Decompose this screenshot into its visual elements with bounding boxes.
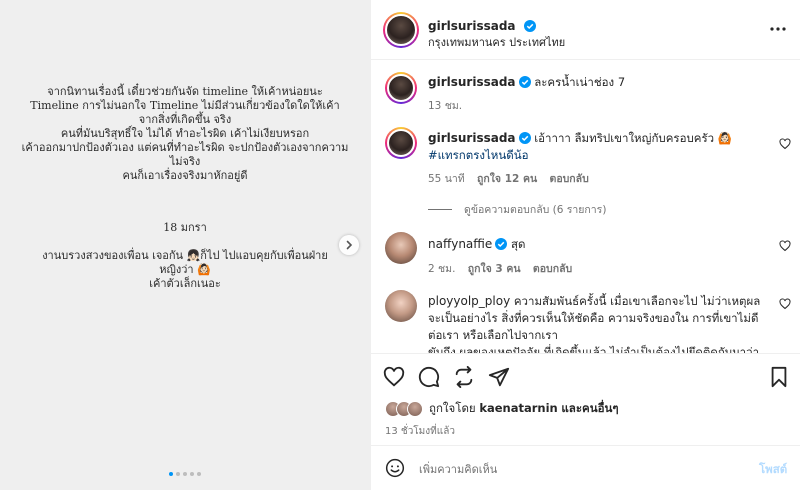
more-icon[interactable]: [769, 20, 787, 38]
comment-body: ployyolp_ploy ความสัมพันธ์ครั้งนี้ เมื่อ…: [428, 293, 768, 353]
comment-username[interactable]: girlsurissada: [428, 131, 516, 145]
post-location[interactable]: กรุงเทพมหานคร ประเทศไทย: [428, 33, 565, 51]
media-line: Timeline การไม่นอกใจ Timeline ไม่มีส่วนเ…: [30, 99, 340, 112]
liker-avatar: [407, 401, 423, 417]
liked-by-label: ถูกใจโดย: [429, 401, 476, 415]
heart-icon[interactable]: [779, 240, 791, 252]
header-username[interactable]: girlsurissada: [428, 19, 516, 33]
post-media[interactable]: จากนิทานเรื่องนี้ เดี๋ยวช่วยกันจัด timel…: [0, 0, 370, 490]
comment-meta: 2 ชม. ถูกใจ 3 คน ตอบกลับ: [428, 260, 581, 277]
comment-likes[interactable]: ถูกใจ 12 คน: [477, 173, 537, 185]
media-paragraph-1: จากนิทานเรื่องนี้ เดี๋ยวช่วยกันจัด timel…: [0, 85, 370, 127]
liked-by-user[interactable]: kaenatarnin: [479, 401, 557, 415]
media-line: 18 มกรา: [163, 221, 207, 234]
save-icon[interactable]: [769, 366, 789, 388]
slide-dot: [176, 472, 180, 476]
comment-input[interactable]: [419, 458, 739, 480]
media-line: จากสิ่งที่เกิดขึ้น จริง: [138, 113, 232, 126]
media-line: จากนิทานเรื่องนี้ เดี๋ยวช่วยกันจัด timel…: [47, 85, 323, 98]
comment-username[interactable]: naffynaffie: [428, 237, 492, 251]
media-line: เค้าออกมาปกป้องตัวเอง แต่คนที่ทำอะไรผิด …: [21, 141, 349, 154]
slide-dot: [197, 472, 201, 476]
media-line: คนที่มันบริสุทธิ์ใจ ไม่ได้ ทำอะไรผิด เค้…: [60, 127, 310, 140]
post-sidebar: girlsurissada กรุงเทพมหานคร ประเทศไทย gi…: [370, 0, 800, 490]
share-icon[interactable]: [453, 366, 475, 388]
view-replies-button[interactable]: ดูข้อความตอบกลับ (6 รายการ): [428, 201, 606, 218]
comment-text: สุด: [510, 237, 526, 251]
media-line: หญิงว่า 🙆🏻: [159, 263, 211, 276]
comment-body: girlsurissada ละครน้ำเน่าช่อง 7: [428, 74, 768, 91]
comment-body: naffynaffie สุด: [428, 236, 768, 253]
verified-icon: [523, 20, 536, 32]
comment-icon[interactable]: [418, 366, 440, 388]
heart-icon[interactable]: [383, 366, 405, 388]
slide-dot: [183, 472, 187, 476]
next-slide-button[interactable]: [339, 235, 359, 255]
post-actions: ถูกใจโดย kaenatarnin และคนอื่นๆ 13 ชั่วโ…: [371, 353, 800, 445]
comment-time[interactable]: 55 นาที: [428, 173, 465, 185]
post-button[interactable]: โพสต์: [759, 461, 787, 479]
slide-dot: [169, 472, 173, 476]
comment-time[interactable]: 13 ชม.: [428, 100, 462, 112]
comment-username[interactable]: ployyolp_ploy: [428, 294, 510, 308]
verified-icon: [518, 76, 531, 88]
comment-meta: 13 ชม.: [428, 97, 471, 114]
media-paragraph-3: 18 มกรา: [0, 221, 370, 235]
hashtag-link[interactable]: #แทรกตรงไหนดีน้อ: [428, 148, 529, 162]
likes-summary[interactable]: ถูกใจโดย kaenatarnin และคนอื่นๆ: [385, 400, 619, 418]
comment-text-partial: ขับถึง ผลของเหตุปัจจัย ที่เกิดขึ้นแล้ว ไ…: [428, 345, 760, 353]
reply-button[interactable]: ตอบกลับ: [533, 263, 572, 275]
comment-text: เอ้าาาา ลืมทริปเขาใหญ่กับครอบครัว 🙆🏻: [534, 131, 733, 145]
avatar[interactable]: [385, 232, 417, 264]
comment-time[interactable]: 2 ชม.: [428, 263, 455, 275]
media-line: งานบรวงสวงของเพื่อน เจอกัน 👧🏻ก็ไป ไปแอบค…: [42, 249, 328, 262]
heart-icon[interactable]: [779, 298, 791, 310]
avatar[interactable]: [383, 12, 419, 48]
media-paragraph-4: งานบรวงสวงของเพื่อน เจอกัน 👧🏻ก็ไป ไปแอบค…: [0, 249, 370, 291]
slide-dot: [190, 472, 194, 476]
add-comment-bar: โพสต์: [371, 445, 800, 490]
send-icon[interactable]: [488, 366, 510, 388]
comment-username[interactable]: girlsurissada: [428, 75, 516, 89]
verified-icon: [495, 238, 508, 250]
media-line: ไม่จริง: [169, 155, 201, 168]
liked-by-others[interactable]: และคนอื่นๆ: [561, 401, 618, 415]
divider: [428, 209, 452, 210]
verified-icon: [518, 132, 531, 144]
comment-likes[interactable]: ถูกใจ 3 คน: [468, 263, 521, 275]
media-line: เค้าตัวเล็กเนอะ: [149, 277, 221, 290]
chevron-right-icon: [346, 240, 353, 250]
comment-text: ละครน้ำเน่าช่อง 7: [534, 75, 626, 89]
view-replies-label: ดูข้อความตอบกลับ (6 รายการ): [464, 204, 607, 216]
post-header: girlsurissada กรุงเทพมหานคร ประเทศไทย: [371, 0, 800, 60]
slide-indicator: [0, 472, 370, 476]
heart-icon[interactable]: [779, 138, 791, 150]
likes-text: ถูกใจโดย kaenatarnin และคนอื่นๆ: [429, 400, 619, 418]
comments-list[interactable]: girlsurissada ละครน้ำเน่าช่อง 7 13 ชม. g…: [371, 61, 800, 353]
avatar[interactable]: [385, 72, 417, 104]
comment-meta: 55 นาที ถูกใจ 12 คน ตอบกลับ: [428, 170, 598, 187]
avatar[interactable]: [385, 127, 417, 159]
avatar[interactable]: [385, 290, 417, 322]
media-paragraph-2: คนที่มันบริสุทธิ์ใจ ไม่ได้ ทำอะไรผิด เค้…: [0, 127, 370, 183]
post-time[interactable]: 13 ชั่วโมงที่แล้ว: [385, 424, 455, 439]
smile-icon[interactable]: [385, 458, 405, 478]
reply-button[interactable]: ตอบกลับ: [550, 173, 589, 185]
media-line: คนก็เอาเรื่องจริงมาหักอยู่ดี: [122, 169, 248, 182]
header-username-row: girlsurissada: [428, 15, 536, 34]
comment-body: girlsurissada เอ้าาาา ลืมทริปเขาใหญ่กับค…: [428, 130, 768, 164]
